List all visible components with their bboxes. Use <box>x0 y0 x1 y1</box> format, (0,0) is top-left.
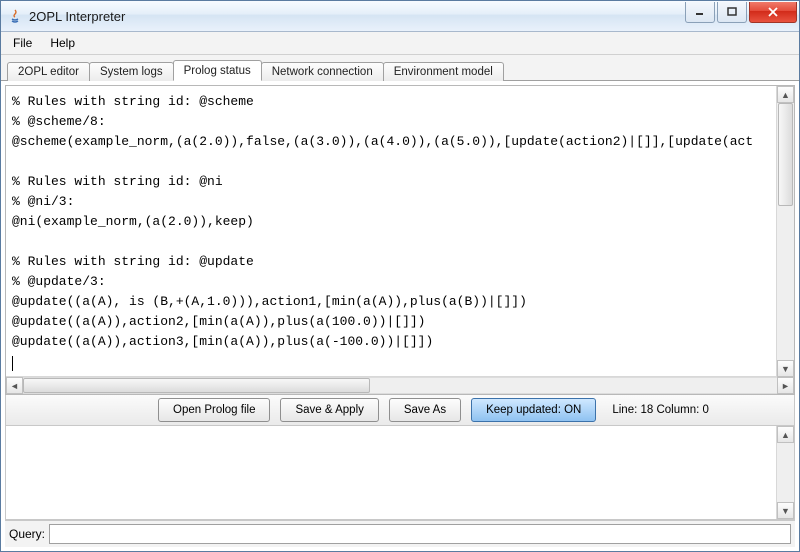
tab-network-connection[interactable]: Network connection <box>261 62 384 81</box>
scroll-thumb[interactable] <box>23 378 370 393</box>
query-label: Query: <box>9 527 45 541</box>
tab-prolog-status[interactable]: Prolog status <box>173 60 262 81</box>
window-title: 2OPL Interpreter <box>29 9 685 24</box>
editor-text: % Rules with string id: @scheme % @schem… <box>12 94 753 349</box>
save-as-button[interactable]: Save As <box>389 398 461 422</box>
scroll-down-icon[interactable]: ▼ <box>777 502 794 519</box>
editor-vertical-scrollbar[interactable]: ▲ ▼ <box>776 86 794 377</box>
content-area: % Rules with string id: @scheme % @schem… <box>1 81 799 551</box>
output-vertical-scrollbar[interactable]: ▲ ▼ <box>776 426 794 519</box>
keep-updated-toggle[interactable]: Keep updated: ON <box>471 398 596 422</box>
window-controls <box>685 2 797 22</box>
menu-file[interactable]: File <box>5 34 40 52</box>
save-apply-button[interactable]: Save & Apply <box>280 398 378 422</box>
button-bar: Open Prolog file Save & Apply Save As Ke… <box>5 395 795 426</box>
scroll-left-icon[interactable]: ◄ <box>6 377 23 394</box>
query-input[interactable] <box>49 524 791 544</box>
scroll-right-icon[interactable]: ► <box>777 377 794 394</box>
cursor-position-label: Line: 18 Column: 0 <box>612 404 709 416</box>
scroll-up-icon[interactable]: ▲ <box>777 426 794 443</box>
app-window: 2OPL Interpreter File Help 2OPL editor S… <box>0 0 800 552</box>
tab-system-logs[interactable]: System logs <box>89 62 174 81</box>
scroll-up-icon[interactable]: ▲ <box>777 86 794 103</box>
minimize-button[interactable] <box>685 2 715 23</box>
scroll-track[interactable] <box>23 377 777 394</box>
scroll-track[interactable] <box>777 103 794 360</box>
scroll-track[interactable] <box>777 443 794 502</box>
titlebar: 2OPL Interpreter <box>1 1 799 32</box>
editor-pane: % Rules with string id: @scheme % @schem… <box>5 85 795 395</box>
text-caret <box>12 356 13 371</box>
java-icon <box>7 8 23 24</box>
tab-2opl-editor[interactable]: 2OPL editor <box>7 62 90 81</box>
query-bar: Query: <box>5 520 795 547</box>
tabstrip: 2OPL editor System logs Prolog status Ne… <box>1 55 799 81</box>
scroll-thumb[interactable] <box>778 103 793 206</box>
close-button[interactable] <box>749 2 797 23</box>
open-prolog-file-button[interactable]: Open Prolog file <box>158 398 270 422</box>
output-pane[interactable]: ▲ ▼ <box>5 426 795 520</box>
scroll-down-icon[interactable]: ▼ <box>777 360 794 377</box>
menu-help[interactable]: Help <box>42 34 83 52</box>
menubar: File Help <box>1 32 799 55</box>
prolog-editor[interactable]: % Rules with string id: @scheme % @schem… <box>6 86 794 376</box>
editor-horizontal-scrollbar[interactable]: ◄ ► <box>6 376 794 394</box>
tab-environment-model[interactable]: Environment model <box>383 62 504 81</box>
maximize-button[interactable] <box>717 2 747 23</box>
